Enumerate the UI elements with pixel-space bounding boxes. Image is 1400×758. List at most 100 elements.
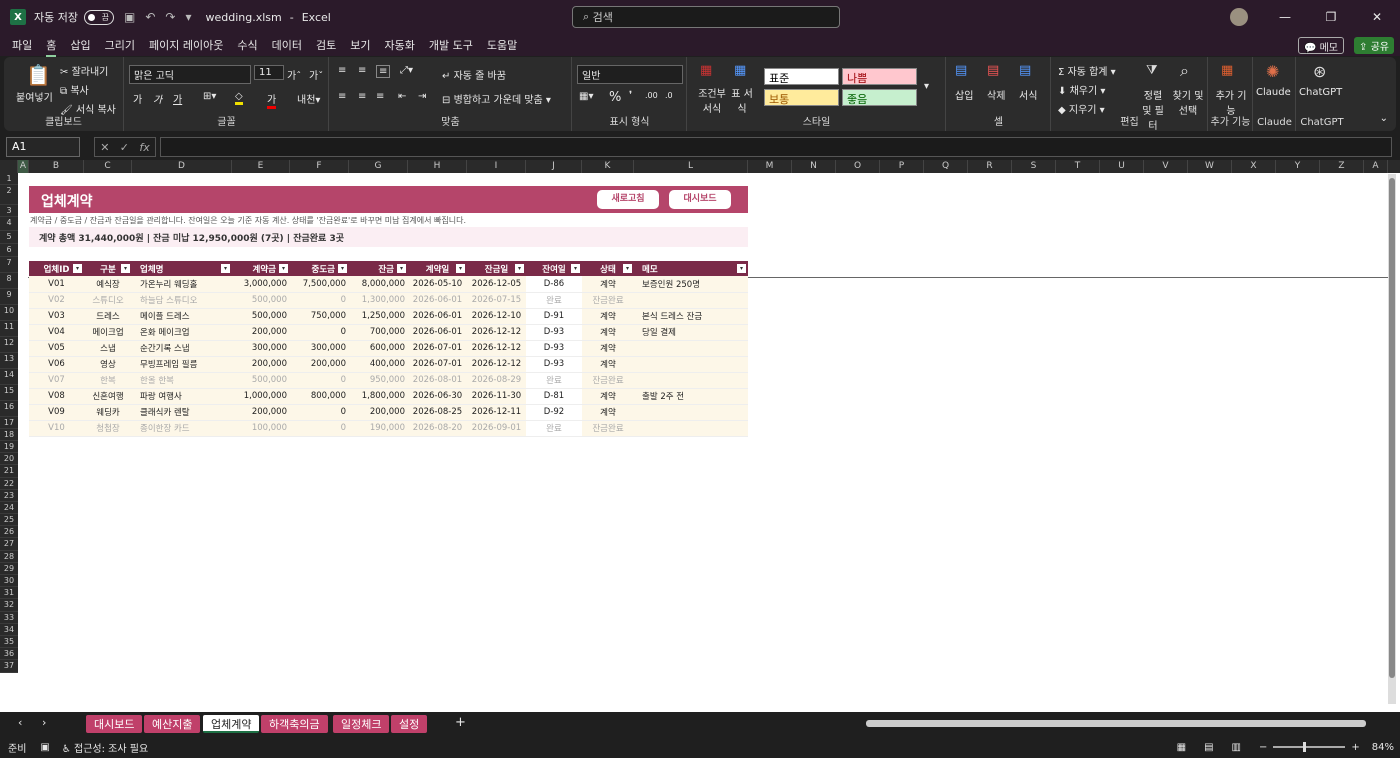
column-header[interactable]: D xyxy=(132,160,232,173)
row-header[interactable]: 13 xyxy=(0,353,18,369)
enter-icon[interactable]: ✓ xyxy=(120,141,129,154)
filter-dropdown-icon[interactable]: ▾ xyxy=(121,264,130,273)
table-cell-name[interactable]: 클래식카 렌탈 xyxy=(132,404,232,421)
sort-filter-icon[interactable]: ⧩ xyxy=(1146,63,1158,78)
table-cell-id[interactable]: V08 xyxy=(29,388,84,405)
number-format-select[interactable]: 일반 xyxy=(577,65,683,84)
table-cell-status[interactable]: 계약 xyxy=(582,388,634,405)
filter-dropdown-icon[interactable]: ▾ xyxy=(279,264,288,273)
row-header[interactable]: 26 xyxy=(0,526,18,539)
phonetic-icon[interactable]: 내천▾ xyxy=(297,91,320,106)
percent-icon[interactable]: % xyxy=(609,90,621,105)
column-header[interactable]: G xyxy=(349,160,408,173)
table-cell-left[interactable]: D-92 xyxy=(526,404,582,421)
row-header[interactable]: 6 xyxy=(0,244,18,257)
table-cell-cdate[interactable]: 2026-05-10 xyxy=(408,276,467,293)
table-cell-mid[interactable]: 0 xyxy=(290,372,349,389)
column-header[interactable]: P xyxy=(880,160,924,173)
menu-automate[interactable]: 자동화 xyxy=(384,37,414,53)
filter-dropdown-icon[interactable]: ▾ xyxy=(737,264,746,273)
table-cell-memo[interactable] xyxy=(634,372,748,389)
maximize-icon[interactable]: ❐ xyxy=(1308,10,1354,24)
row-header[interactable]: 32 xyxy=(0,599,18,612)
table-cell-id[interactable]: V07 xyxy=(29,372,84,389)
normal-view-icon[interactable]: ▦ xyxy=(1177,742,1186,753)
table-cell-type[interactable]: 메이크업 xyxy=(84,324,132,341)
table-cell-left[interactable]: D-93 xyxy=(526,356,582,373)
format-cells-icon[interactable]: ▤ xyxy=(1019,63,1031,78)
page-layout-icon[interactable]: ▤ xyxy=(1204,742,1213,753)
filter-dropdown-icon[interactable]: ▾ xyxy=(571,264,580,273)
table-cell-dep[interactable]: 500,000 xyxy=(232,372,290,389)
close-icon[interactable]: ✕ xyxy=(1354,10,1400,24)
fill-button[interactable]: ⬇ 채우기 ▾ xyxy=(1058,82,1105,97)
menu-page-layout[interactable]: 페이지 레이아웃 xyxy=(149,37,223,53)
column-header[interactable]: T xyxy=(1056,160,1100,173)
page-break-icon[interactable]: ▥ xyxy=(1232,742,1241,753)
table-cell-bal[interactable]: 8,000,000 xyxy=(349,276,408,293)
row-header[interactable]: 20 xyxy=(0,453,18,466)
font-grow-icon[interactable]: 가ˆ xyxy=(287,67,301,82)
table-cell-name[interactable]: 메이플 드레스 xyxy=(132,308,232,325)
row-header[interactable]: 9 xyxy=(0,289,18,305)
table-cell-cdate[interactable]: 2026-08-25 xyxy=(408,404,467,421)
table-cell-type[interactable]: 영상 xyxy=(84,356,132,373)
column-header[interactable]: A xyxy=(18,160,29,173)
table-cell-dep[interactable]: 200,000 xyxy=(232,324,290,341)
table-cell-left[interactable]: 완료 xyxy=(526,372,582,389)
style-more-icon[interactable]: ▾ xyxy=(924,81,929,92)
memo-button[interactable]: 💬 메모 xyxy=(1297,37,1344,54)
column-header[interactable]: N xyxy=(792,160,836,173)
column-header[interactable]: I xyxy=(467,160,526,173)
table-cell-name[interactable]: 순간기록 스냅 xyxy=(132,340,232,357)
table-cell-cdate[interactable]: 2026-07-01 xyxy=(408,356,467,373)
zoom-level[interactable]: 84% xyxy=(1372,742,1394,753)
table-cell-cdate[interactable]: 2026-06-01 xyxy=(408,308,467,325)
table-cell-memo[interactable] xyxy=(634,292,748,309)
table-cell-status[interactable]: 잔금완료 xyxy=(582,420,634,437)
header-status[interactable]: 상태 ▾ xyxy=(582,261,634,276)
table-cell-cdate[interactable]: 2026-06-01 xyxy=(408,292,467,309)
table-cell-bdate[interactable]: 2026-11-30 xyxy=(467,388,526,405)
table-format-icon[interactable]: ▦ xyxy=(734,63,746,78)
avatar[interactable] xyxy=(1230,8,1248,26)
share-button[interactable]: ⇪ 공유 xyxy=(1354,37,1394,54)
table-cell-cdate[interactable]: 2026-08-20 xyxy=(408,420,467,437)
table-cell-status[interactable]: 잔금완료 xyxy=(582,372,634,389)
table-cell-mid[interactable]: 7,500,000 xyxy=(290,276,349,293)
column-header[interactable]: J xyxy=(526,160,582,173)
fill-color-icon[interactable]: ◇ xyxy=(235,91,243,105)
row-header[interactable]: 34 xyxy=(0,624,18,636)
row-header[interactable]: 21 xyxy=(0,465,18,478)
row-header[interactable]: 37 xyxy=(0,660,18,673)
table-cell-dep[interactable]: 3,000,000 xyxy=(232,276,290,293)
conditional-format-button[interactable]: 조건부 서식 xyxy=(696,85,728,115)
header-memo[interactable]: 메모 ▾ xyxy=(634,261,748,276)
table-cell-dep[interactable]: 200,000 xyxy=(232,356,290,373)
table-cell-status[interactable]: 계약 xyxy=(582,276,634,293)
table-cell-type[interactable]: 드레스 xyxy=(84,308,132,325)
table-cell-bal[interactable]: 400,000 xyxy=(349,356,408,373)
table-cell-mid[interactable]: 0 xyxy=(290,404,349,421)
table-cell-id[interactable]: V06 xyxy=(29,356,84,373)
menu-help[interactable]: 도움말 xyxy=(487,37,517,53)
cell-grid[interactable] xyxy=(28,173,1388,712)
header-days-left[interactable]: 잔여일 ▾ xyxy=(526,261,582,276)
table-cell-mid[interactable]: 200,000 xyxy=(290,356,349,373)
delete-cells-icon[interactable]: ▤ xyxy=(987,63,999,78)
table-cell-bdate[interactable]: 2026-09-01 xyxy=(467,420,526,437)
paste-icon[interactable]: 📋 xyxy=(26,63,51,87)
zoom-in-icon[interactable]: + xyxy=(1351,742,1359,753)
autosave-toggle[interactable]: 끔 xyxy=(83,9,114,25)
currency-icon[interactable]: ▦▾ xyxy=(579,91,593,102)
table-cell-status[interactable]: 잔금완료 xyxy=(582,292,634,309)
table-cell-bal[interactable]: 950,000 xyxy=(349,372,408,389)
table-cell-bdate[interactable]: 2026-12-11 xyxy=(467,404,526,421)
align-left-icon[interactable]: ≡ xyxy=(338,91,346,102)
insert-cells-button[interactable]: 삽입 xyxy=(955,87,973,102)
table-cell-left[interactable]: D-91 xyxy=(526,308,582,325)
table-cell-cdate[interactable]: 2026-08-01 xyxy=(408,372,467,389)
table-cell-bdate[interactable]: 2026-12-05 xyxy=(467,276,526,293)
row-header[interactable]: 30 xyxy=(0,575,18,588)
table-cell-name[interactable]: 파랑 여행사 xyxy=(132,388,232,405)
